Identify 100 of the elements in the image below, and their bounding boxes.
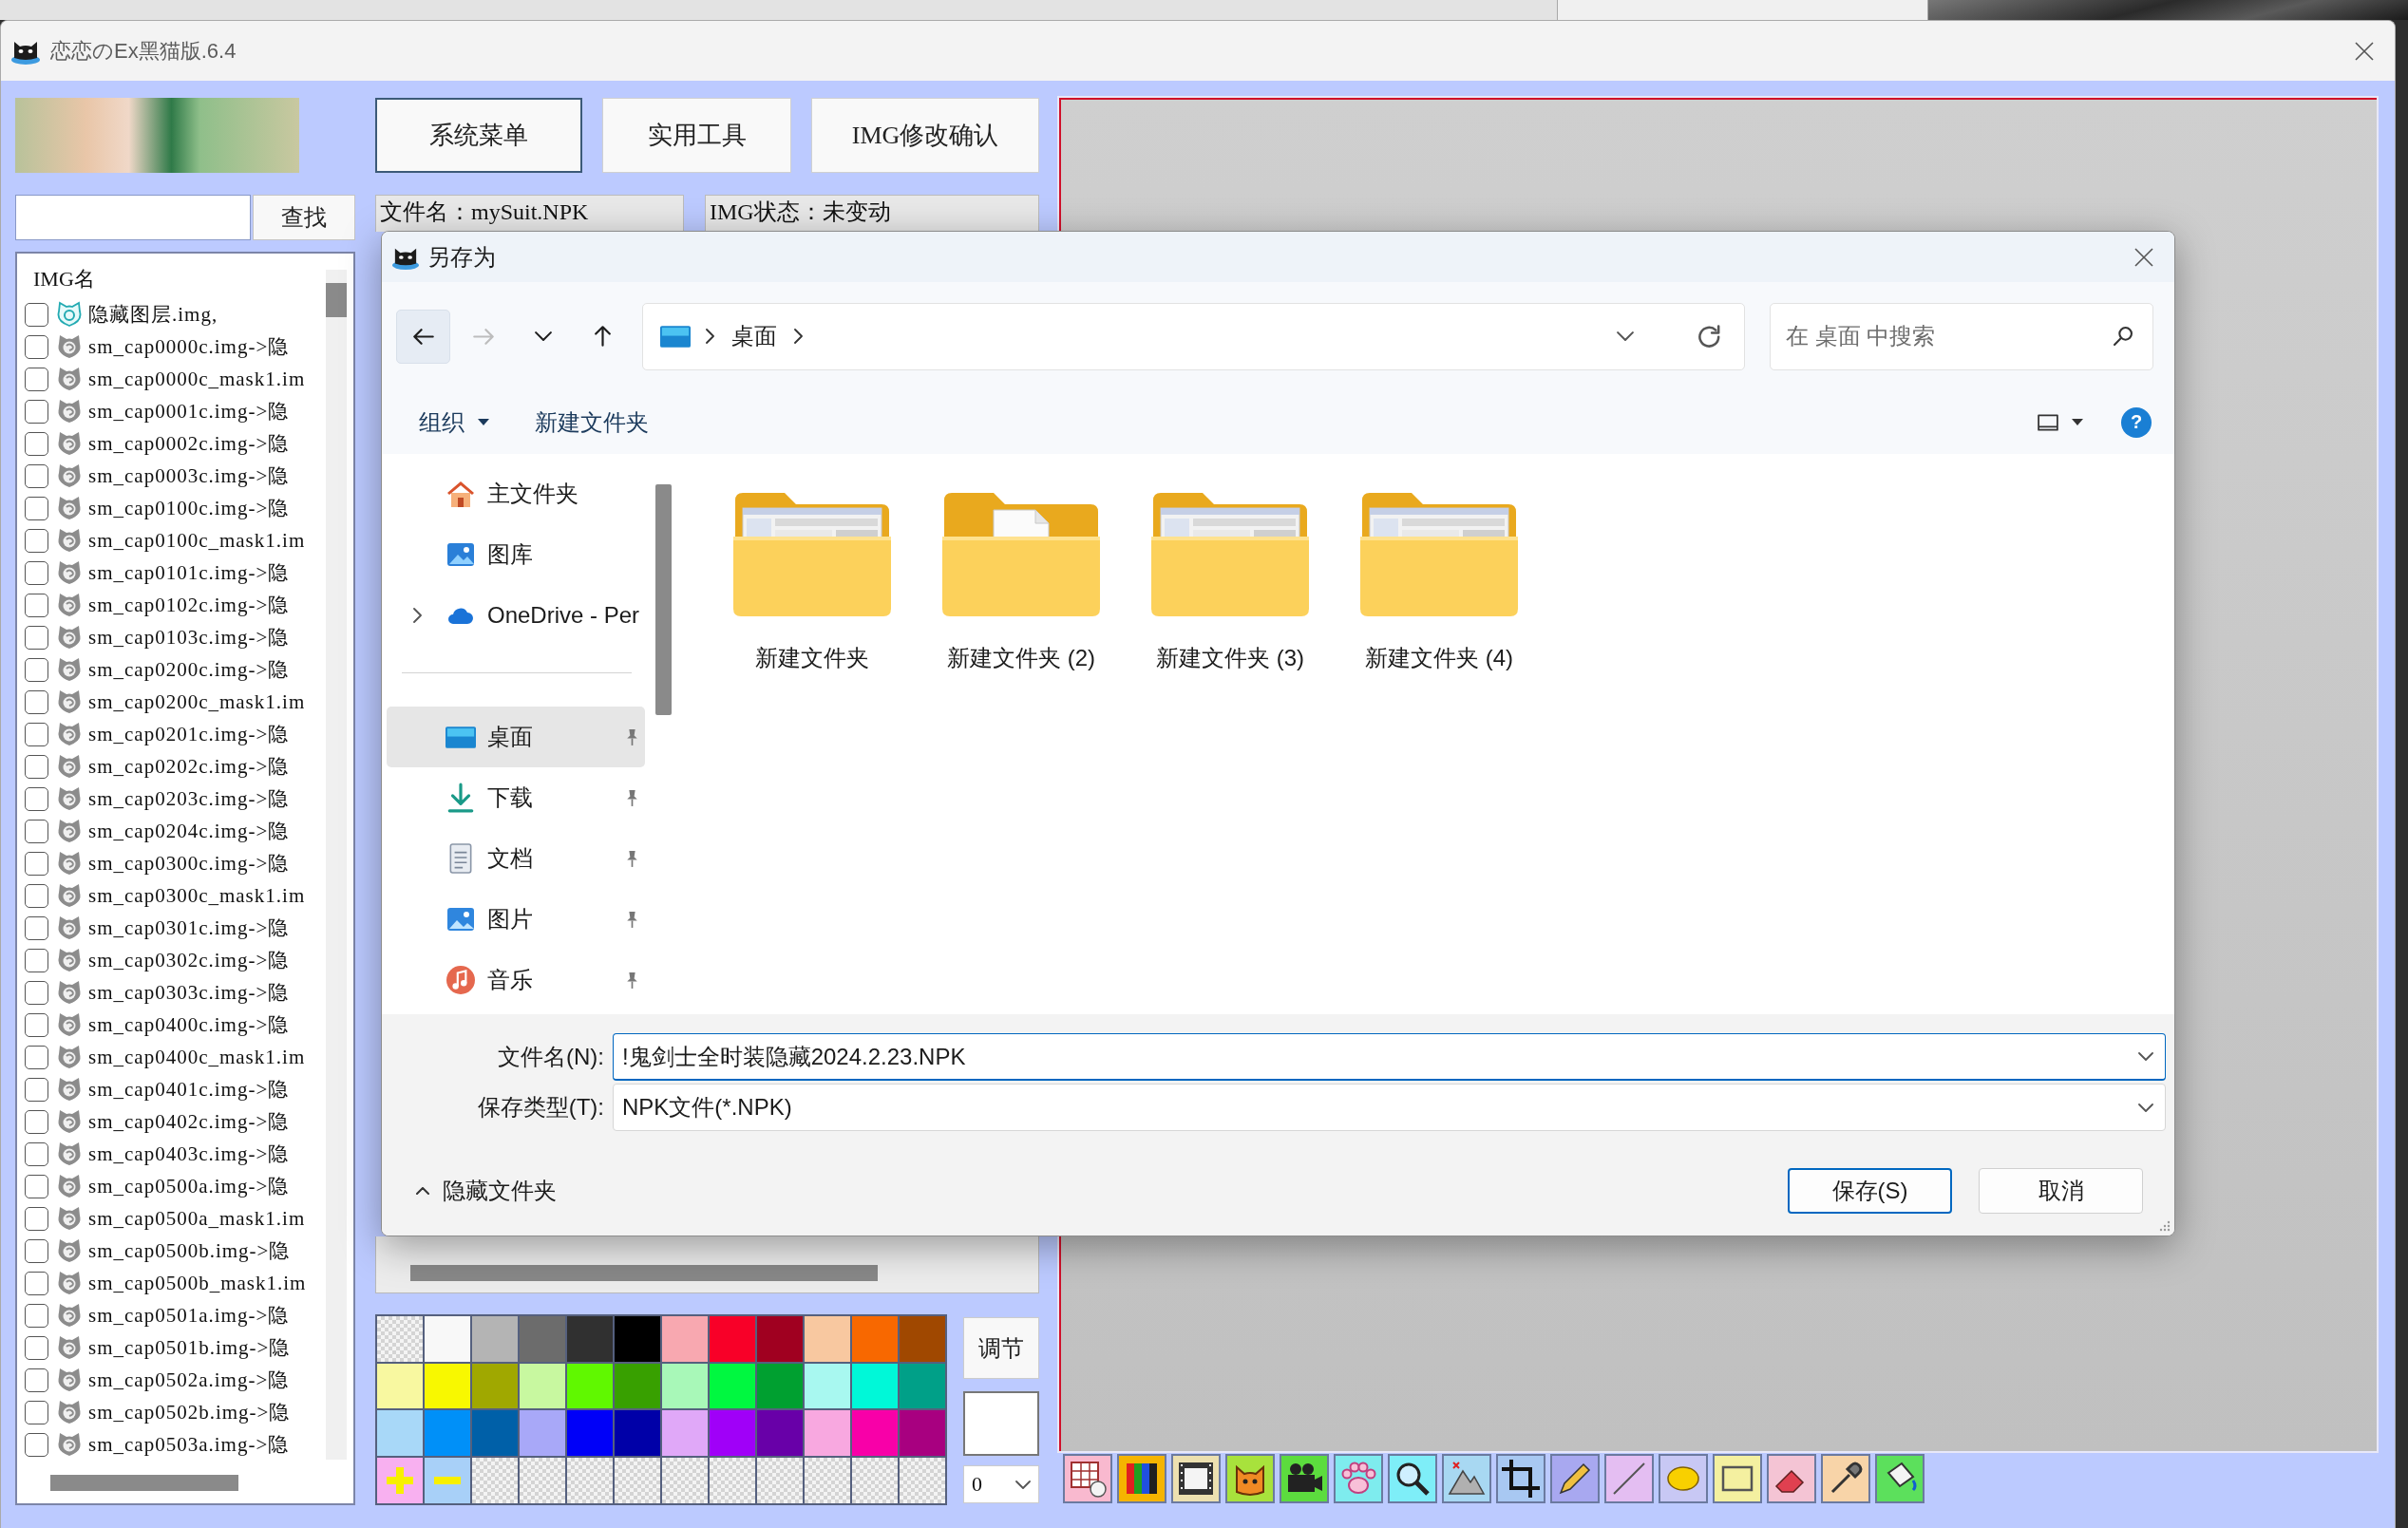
folder-item[interactable]: 新建文件夹 <box>708 489 917 679</box>
item-label[interactable]: sm_cap0502b.img->隐 <box>88 1399 291 1425</box>
empty-swatch[interactable] <box>852 1458 898 1503</box>
checkbox[interactable] <box>25 1271 48 1295</box>
dialog-button[interactable]: 取消 <box>1979 1167 2143 1214</box>
value-dropdown[interactable]: 0 <box>963 1465 1039 1503</box>
empty-swatch[interactable] <box>567 1458 613 1503</box>
folder-item[interactable]: 新建文件夹 (4) <box>1335 489 1544 679</box>
scrollbar-thumb[interactable] <box>50 1475 238 1491</box>
color-swatch[interactable] <box>710 1410 755 1456</box>
item-label[interactable]: sm_cap0502a.img->隐 <box>88 1367 290 1393</box>
checkbox[interactable] <box>25 431 48 456</box>
checkbox[interactable] <box>25 1174 48 1198</box>
chevron-right-icon[interactable] <box>412 608 422 623</box>
checkbox[interactable] <box>25 1077 48 1102</box>
empty-swatch[interactable] <box>472 1458 518 1503</box>
checkbox[interactable] <box>25 496 48 520</box>
checkbox[interactable] <box>25 948 48 972</box>
cat-face-icon[interactable] <box>1225 1453 1275 1503</box>
chevron-down-icon[interactable] <box>2138 1052 2153 1061</box>
color-swatch[interactable] <box>425 1363 470 1409</box>
item-label[interactable]: sm_cap0300c.img->隐 <box>88 850 290 877</box>
resize-grip-icon[interactable] <box>2159 1220 2171 1232</box>
item-label[interactable]: sm_cap0501b.img->隐 <box>88 1334 291 1361</box>
item-label[interactable]: sm_cap0100c.img->隐 <box>88 495 290 521</box>
nav-item[interactable]: 下载 <box>387 767 645 828</box>
folder-item[interactable]: 新建文件夹 (3) <box>1126 489 1335 679</box>
item-label[interactable]: 隐藏图层.img, <box>88 301 218 328</box>
item-label[interactable]: sm_cap0204c.img->隐 <box>88 818 290 844</box>
item-label[interactable]: sm_cap0000c_mask1.im <box>88 367 306 391</box>
item-label[interactable]: sm_cap0200c.img->隐 <box>88 656 290 683</box>
item-label[interactable]: sm_cap0403c.img->隐 <box>88 1141 290 1167</box>
checkbox[interactable] <box>25 689 48 714</box>
item-label[interactable]: sm_cap0001c.img->隐 <box>88 398 290 424</box>
new-folder-button[interactable]: 新建文件夹 <box>522 401 661 443</box>
color-swatch[interactable] <box>377 1410 423 1456</box>
eraser-icon[interactable] <box>1767 1453 1816 1503</box>
hidden-folders-toggle[interactable]: 隐藏文件夹 <box>407 1169 566 1212</box>
checkbox[interactable] <box>25 1303 48 1328</box>
breadcrumb[interactable]: 桌面 <box>730 317 779 355</box>
item-label[interactable]: sm_cap0401c.img->隐 <box>88 1076 290 1103</box>
checkbox[interactable] <box>25 367 48 391</box>
crop-icon[interactable] <box>1496 1453 1545 1503</box>
color-swatch[interactable] <box>852 1363 898 1409</box>
checkbox[interactable] <box>25 722 48 746</box>
color-swatch[interactable] <box>662 1410 708 1456</box>
checkbox[interactable] <box>25 851 48 876</box>
checkbox[interactable] <box>25 1141 48 1166</box>
pencil-icon[interactable] <box>1550 1453 1600 1503</box>
chevron-right-icon[interactable] <box>794 329 803 344</box>
adjust-button[interactable]: 调节 <box>963 1317 1039 1379</box>
checkbox[interactable] <box>25 1238 48 1263</box>
item-label[interactable]: sm_cap0503a.img->隐 <box>88 1431 290 1458</box>
checkbox[interactable] <box>25 625 48 650</box>
item-label[interactable]: sm_cap0202c.img->隐 <box>88 753 290 780</box>
projector-icon[interactable] <box>1280 1453 1329 1503</box>
empty-swatch[interactable] <box>710 1458 755 1503</box>
checkbox[interactable] <box>25 1045 48 1069</box>
checkbox[interactable] <box>25 302 48 327</box>
film-frame-icon[interactable] <box>1171 1453 1221 1503</box>
file-name-field[interactable]: !鬼剑士全时装隐藏2024.2.23.NPK <box>613 1033 2166 1081</box>
item-label[interactable]: sm_cap0500b.img->隐 <box>88 1237 291 1264</box>
checkbox[interactable] <box>25 786 48 811</box>
scrollbar-thumb[interactable] <box>326 283 347 317</box>
address-bar[interactable]: 桌面 <box>642 302 1745 370</box>
scrollbar-thumb[interactable] <box>410 1265 878 1281</box>
color-swatch[interactable] <box>757 1363 803 1409</box>
help-button[interactable]: ? <box>2121 406 2152 438</box>
nav-item[interactable]: 桌面 <box>387 707 645 767</box>
checkbox[interactable] <box>25 1109 48 1134</box>
empty-swatch[interactable] <box>615 1458 660 1503</box>
checkbox[interactable] <box>25 593 48 617</box>
empty-swatch[interactable] <box>757 1458 803 1503</box>
checkbox[interactable] <box>25 560 48 585</box>
nav-item[interactable]: 文档 <box>387 828 645 889</box>
color-swatch[interactable] <box>757 1316 803 1362</box>
header-button[interactable]: IMG修改确认 <box>811 98 1039 173</box>
item-label[interactable]: sm_cap0201c.img->隐 <box>88 721 290 747</box>
magnifier-icon[interactable] <box>1388 1453 1437 1503</box>
item-label[interactable]: sm_cap0002c.img->隐 <box>88 430 290 457</box>
close-icon[interactable] <box>2355 41 2374 61</box>
rectangle-icon[interactable] <box>1713 1453 1762 1503</box>
checkbox[interactable] <box>25 334 48 359</box>
item-label[interactable]: sm_cap0500a.img->隐 <box>88 1173 290 1199</box>
nav-item[interactable]: 主文件夹 <box>387 463 645 524</box>
color-swatch[interactable] <box>805 1410 850 1456</box>
item-label[interactable]: sm_cap0003c.img->隐 <box>88 462 290 489</box>
item-label[interactable]: sm_cap0100c_mask1.im <box>88 528 306 553</box>
nav-item[interactable]: 图片 <box>387 889 645 950</box>
folder-item[interactable]: 新建文件夹 (2) <box>917 489 1126 679</box>
item-label[interactable]: sm_cap0103c.img->隐 <box>88 624 290 651</box>
back-button[interactable] <box>396 309 450 364</box>
color-swatch[interactable] <box>567 1410 613 1456</box>
color-swatch[interactable] <box>900 1363 945 1409</box>
checkbox[interactable] <box>25 980 48 1005</box>
color-swatch[interactable] <box>805 1363 850 1409</box>
item-label[interactable]: sm_cap0102c.img->隐 <box>88 592 290 618</box>
color-bars-icon[interactable] <box>1117 1453 1166 1503</box>
checkbox[interactable] <box>25 1012 48 1037</box>
empty-swatch[interactable] <box>377 1316 423 1362</box>
